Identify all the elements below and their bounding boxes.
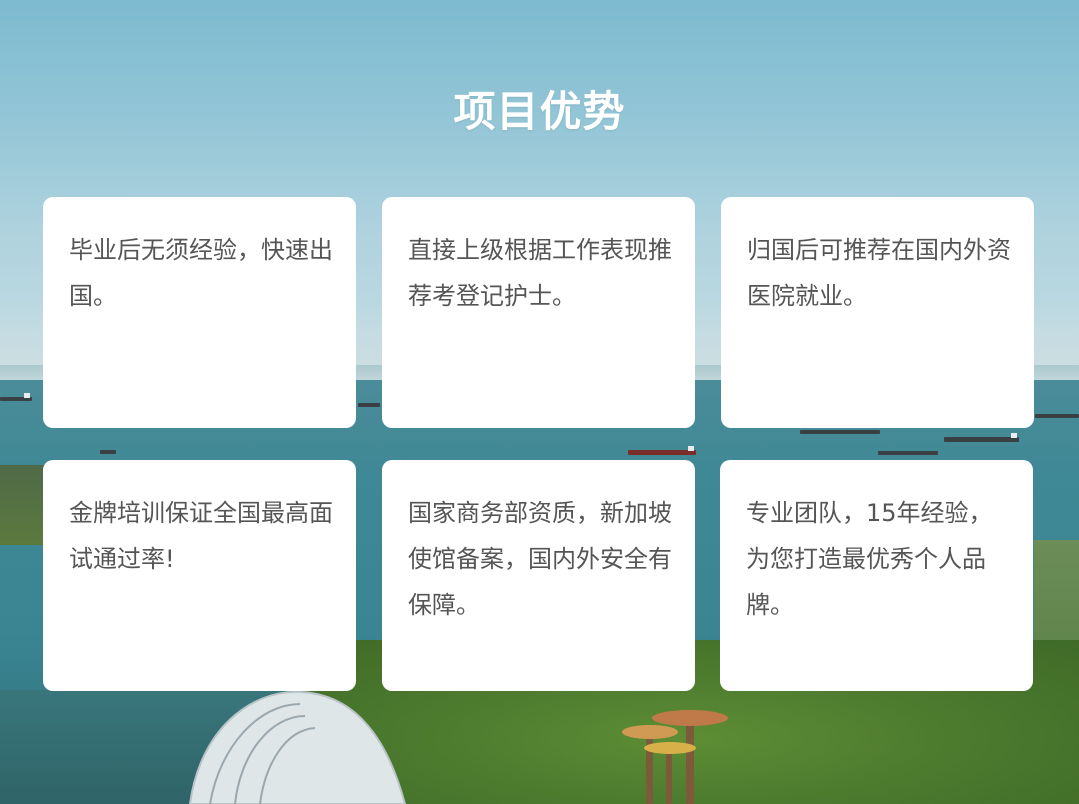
advantage-card: 国家商务部资质，新加坡使馆备案，国内外安全有保障。 (382, 460, 695, 691)
ship (0, 393, 32, 401)
advantage-text: 直接上级根据工作表现推荐考登记护士。 (408, 236, 672, 310)
section-title: 项目优势 (453, 87, 626, 136)
advantage-text: 金牌培训保证全国最高面试通过率! (69, 499, 333, 573)
advantage-card: 毕业后无须经验，快速出国。 (43, 197, 356, 428)
left-shore (0, 465, 44, 545)
supertree-grove (622, 710, 728, 804)
advantage-text: 专业团队，15年经验，为您打造最优秀个人品牌。 (746, 499, 993, 619)
ship (1035, 414, 1079, 418)
advantage-card: 归国后可推荐在国内外资医院就业。 (721, 197, 1034, 428)
advantage-text: 国家商务部资质，新加坡使馆备案，国内外安全有保障。 (408, 499, 672, 619)
advantage-card: 金牌培训保证全国最高面试通过率! (43, 460, 356, 691)
advantage-text: 归国后可推荐在国内外资医院就业。 (747, 236, 1011, 310)
advantages-grid: 毕业后无须经验，快速出国。 直接上级根据工作表现推荐考登记护士。 归国后可推荐在… (43, 197, 1034, 691)
conservatory-dome (188, 690, 407, 804)
advantage-text: 毕业后无须经验，快速出国。 (69, 236, 333, 310)
advantage-card: 专业团队，15年经验，为您打造最优秀个人品牌。 (720, 460, 1033, 691)
advantage-card: 直接上级根据工作表现推荐考登记护士。 (382, 197, 695, 428)
